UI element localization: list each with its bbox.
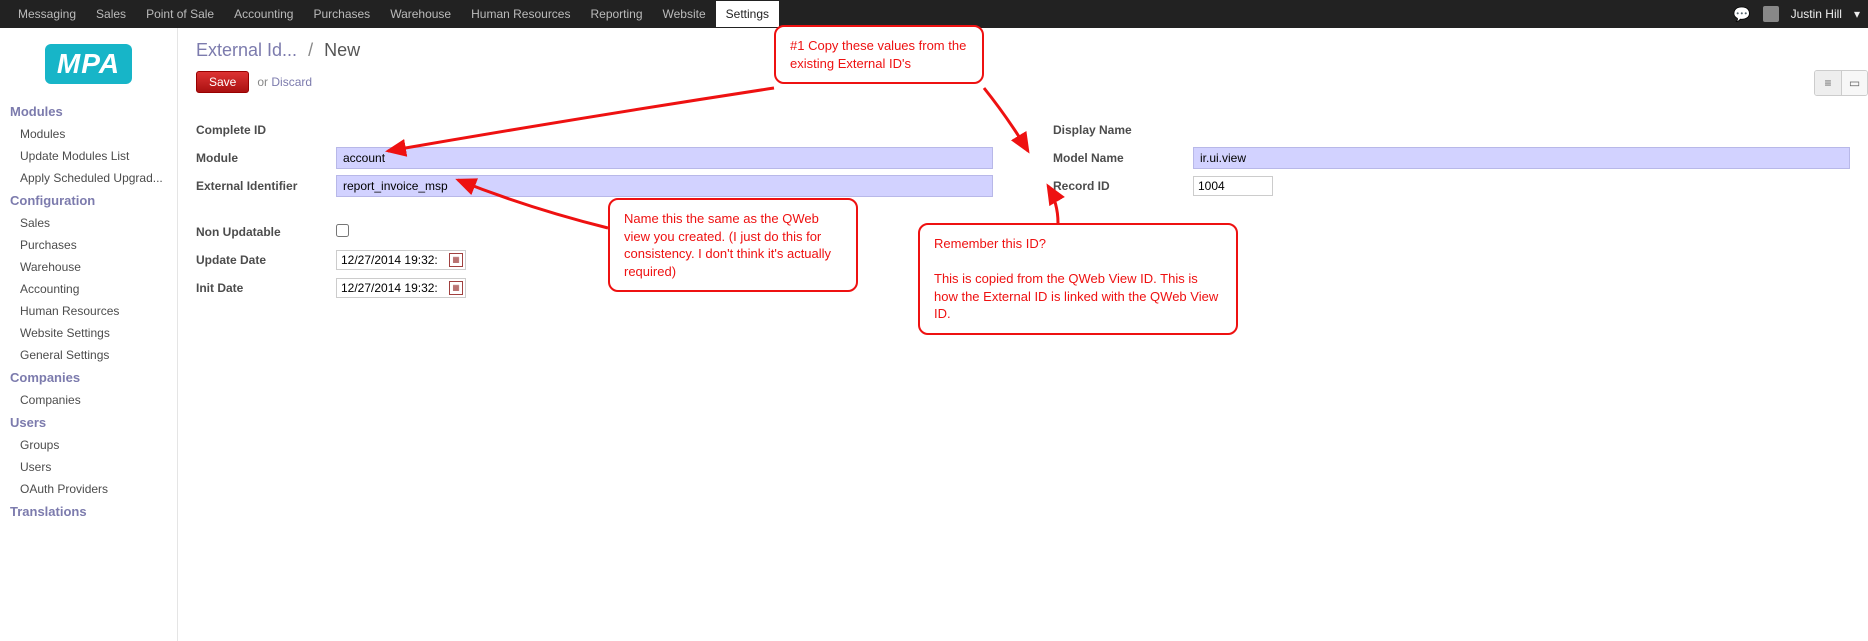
sidebar-item[interactable]: Purchases [0, 234, 177, 256]
view-switch: ≡ ▭ [1814, 70, 1868, 96]
calendar-icon[interactable]: ▦ [449, 253, 463, 267]
sidebar-item[interactable]: Warehouse [0, 256, 177, 278]
topnav-item[interactable]: Website [653, 1, 716, 27]
view-form-button[interactable]: ▭ [1841, 71, 1867, 95]
annotation-1: #1 Copy these values from the existing E… [774, 25, 984, 84]
label-non-updatable: Non Updatable [196, 225, 336, 239]
topnav-item[interactable]: Settings [716, 1, 779, 27]
sidebar-item[interactable]: Human Resources [0, 300, 177, 322]
label-ext-id: External Identifier [196, 179, 336, 193]
save-button[interactable]: Save [196, 71, 249, 93]
logo: MPA [0, 36, 177, 100]
label-record-id: Record ID [1053, 179, 1193, 193]
discard-link[interactable]: Discard [271, 75, 312, 89]
user-name[interactable]: Justin Hill [1791, 7, 1842, 21]
topbar: MessagingSalesPoint of SaleAccountingPur… [0, 0, 1868, 28]
label-module: Module [196, 151, 336, 165]
breadcrumb-sep: / [302, 40, 319, 60]
annotation-3: Remember this ID? This is copied from th… [918, 223, 1238, 335]
label-display-name: Display Name [1053, 123, 1193, 137]
sidebar-item[interactable]: Apply Scheduled Upgrad... [0, 167, 177, 189]
breadcrumb-parent[interactable]: External Id... [196, 40, 297, 60]
label-update-date: Update Date [196, 253, 336, 267]
label-model-name: Model Name [1053, 151, 1193, 165]
sidebar-item[interactable]: Sales [0, 212, 177, 234]
logo-text: MPA [45, 44, 132, 84]
sidebar: MPA ModulesModulesUpdate Modules ListApp… [0, 28, 178, 641]
sidebar-item[interactable]: Update Modules List [0, 145, 177, 167]
topnav-item[interactable]: Warehouse [380, 1, 461, 27]
sidebar-item[interactable]: OAuth Providers [0, 478, 177, 500]
or-text: or [257, 75, 268, 89]
sidebar-item[interactable]: Website Settings [0, 322, 177, 344]
sidebar-item[interactable]: Modules [0, 123, 177, 145]
topbar-right: 💬 Justin Hill ▾ [1733, 6, 1860, 23]
sidebar-item[interactable]: Companies [0, 389, 177, 411]
label-init-date: Init Date [196, 281, 336, 295]
sidebar-section-title[interactable]: Modules [0, 100, 177, 123]
topnav-item[interactable]: Human Resources [461, 1, 580, 27]
view-list-button[interactable]: ≡ [1815, 71, 1841, 95]
form-left: Complete ID Module External Identifier N… [196, 117, 993, 303]
sidebar-item[interactable]: General Settings [0, 344, 177, 366]
topnav-item[interactable]: Point of Sale [136, 1, 224, 27]
record-id-input[interactable] [1193, 176, 1273, 196]
user-caret-icon[interactable]: ▾ [1854, 7, 1860, 21]
chat-icon[interactable]: 💬 [1733, 6, 1750, 23]
module-input[interactable] [336, 147, 993, 169]
calendar-icon[interactable]: ▦ [449, 281, 463, 295]
sidebar-section-title[interactable]: Translations [0, 500, 177, 523]
external-identifier-input[interactable] [336, 175, 993, 197]
sidebar-item[interactable]: Users [0, 456, 177, 478]
label-complete-id: Complete ID [196, 123, 336, 137]
annotation-2: Name this the same as the QWeb view you … [608, 198, 858, 292]
breadcrumb-current: New [324, 40, 360, 60]
init-date-input[interactable] [339, 280, 449, 296]
sidebar-section-title[interactable]: Configuration [0, 189, 177, 212]
breadcrumb: External Id... / New [196, 40, 1850, 61]
non-updatable-checkbox[interactable] [336, 224, 349, 237]
main: External Id... / New Save or Discard ≡ ▭… [178, 28, 1868, 641]
actionbar: Save or Discard [196, 71, 1850, 93]
model-name-input[interactable] [1193, 147, 1850, 169]
topnav-item[interactable]: Reporting [580, 1, 652, 27]
sidebar-section-title[interactable]: Users [0, 411, 177, 434]
topnav-item[interactable]: Sales [86, 1, 136, 27]
topnav-item[interactable]: Accounting [224, 1, 303, 27]
topnav-item[interactable]: Messaging [8, 1, 86, 27]
update-date-input[interactable] [339, 252, 449, 268]
sidebar-section-title[interactable]: Companies [0, 366, 177, 389]
avatar[interactable] [1763, 6, 1779, 22]
topnav: MessagingSalesPoint of SaleAccountingPur… [8, 1, 779, 27]
sidebar-item[interactable]: Accounting [0, 278, 177, 300]
sidebar-item[interactable]: Groups [0, 434, 177, 456]
topnav-item[interactable]: Purchases [303, 1, 380, 27]
